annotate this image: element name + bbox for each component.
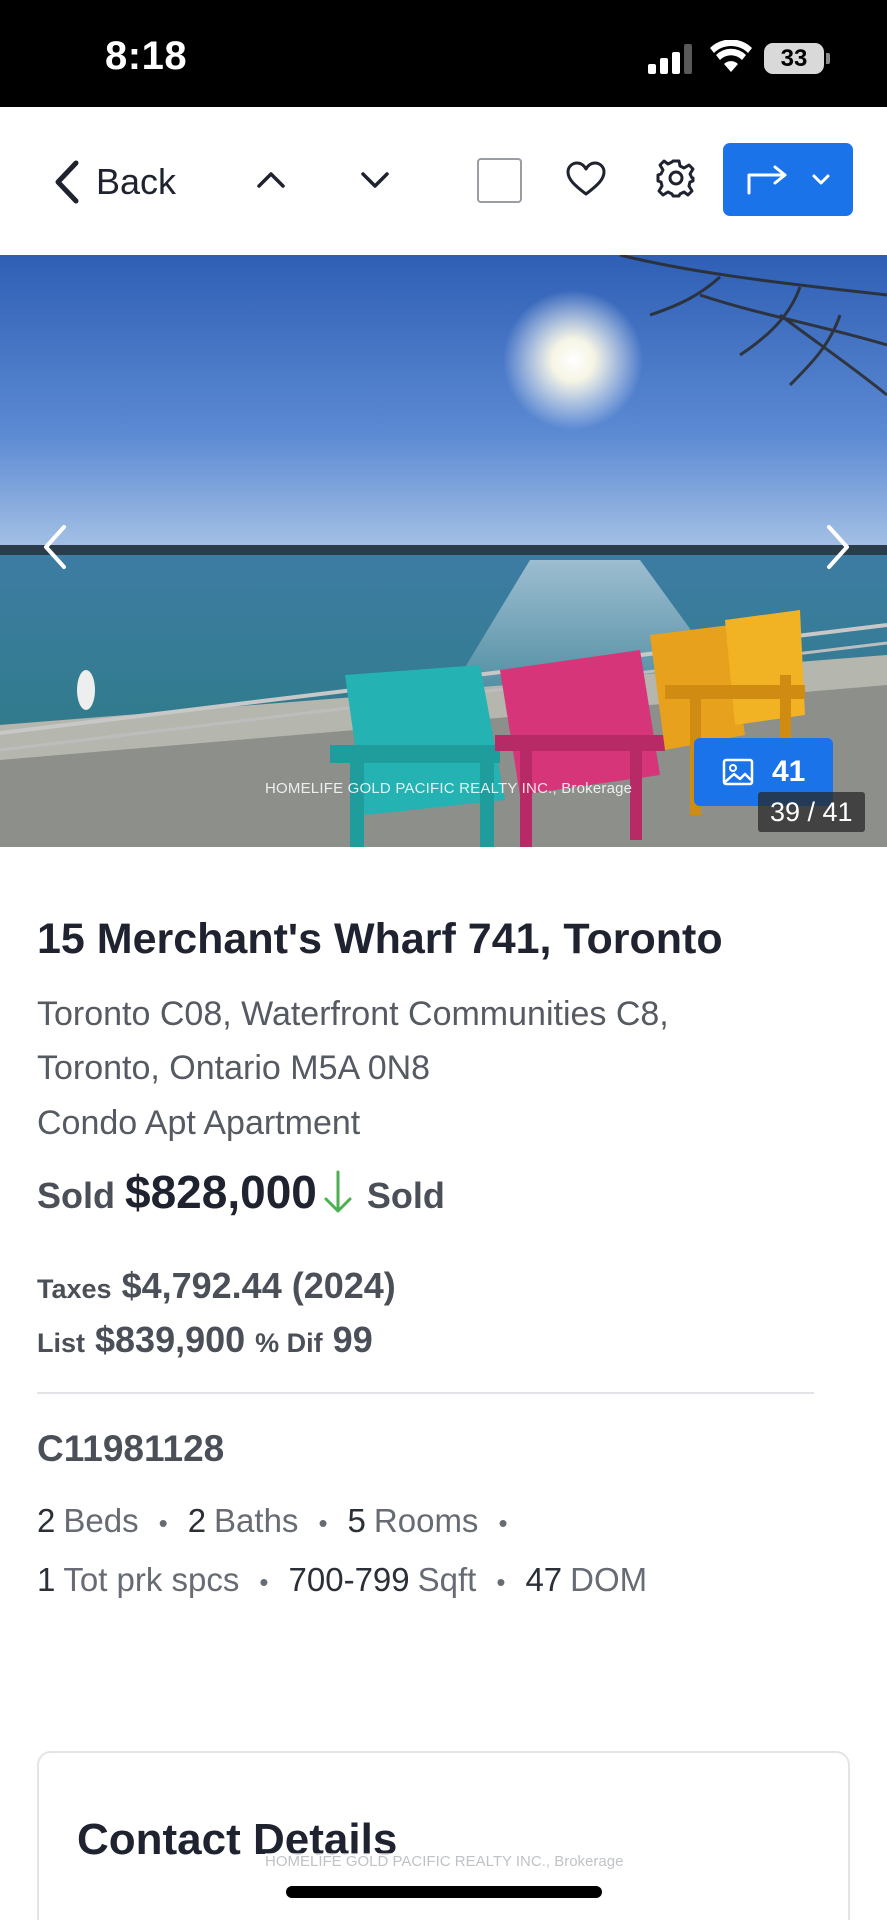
photo-watermark: HOMELIFE GOLD PACIFIC REALTY INC., Broke…	[265, 780, 633, 797]
baths-unit: Baths	[214, 1502, 299, 1539]
rooms-unit: Rooms	[373, 1502, 479, 1539]
dom-count: 47	[525, 1561, 563, 1598]
photo-count: 41	[772, 755, 806, 788]
dom-unit: DOM	[570, 1561, 648, 1598]
address-line-2: Toronto, Ontario M5A 0N8	[37, 1049, 431, 1087]
parking-count: 1	[37, 1561, 56, 1598]
sqft-range: 700-799	[288, 1561, 410, 1598]
dif-label: % Dif	[255, 1328, 323, 1358]
dropdown-icon	[812, 174, 830, 184]
chevron-up-icon	[257, 172, 285, 188]
separator-dot: •	[259, 1567, 269, 1597]
sold-label: Sold	[37, 1175, 115, 1216]
heart-icon	[566, 161, 606, 196]
home-indicator[interactable]	[286, 1886, 602, 1898]
property-type: Condo Apt Apartment	[37, 1104, 361, 1142]
chevron-down-icon	[361, 172, 389, 188]
address-line-1: Toronto C08, Waterfront Communities C8,	[37, 995, 669, 1033]
next-photo-button[interactable]	[817, 517, 857, 577]
mls-number: C11981128	[37, 1428, 225, 1469]
facts-row-1: 2 Beds • 2 Baths • 5 Rooms •	[37, 1502, 528, 1540]
image-icon	[722, 758, 754, 786]
sqft-unit: Sqft	[417, 1561, 477, 1598]
separator-dot: •	[496, 1567, 506, 1597]
beds-unit: Beds	[63, 1502, 139, 1539]
chevron-left-icon	[55, 160, 79, 204]
list-label: List	[37, 1328, 86, 1358]
gear-icon	[656, 159, 695, 198]
list-price-row: List $839,900 % Dif 99	[37, 1319, 373, 1361]
separator-dot: •	[498, 1508, 508, 1538]
listing-status: Sold	[366, 1175, 445, 1216]
previous-listing-button[interactable]	[254, 163, 288, 197]
toolbar: Back	[0, 107, 887, 255]
battery-tip	[826, 53, 830, 64]
status-time: 8:18	[105, 34, 188, 78]
previous-photo-button[interactable]	[36, 517, 76, 577]
parking-unit: Tot prk spcs	[63, 1561, 240, 1598]
photo-index-label: 39 / 41	[758, 792, 865, 832]
share-button[interactable]	[723, 143, 853, 216]
facts-row-2: 1 Tot prk spcs • 700-799 Sqft • 47 DOM	[37, 1561, 647, 1599]
sold-price: $828,000	[125, 1166, 317, 1218]
back-button[interactable]: Back	[52, 157, 176, 207]
divider	[37, 1392, 814, 1394]
battery-level: 33	[764, 43, 824, 74]
settings-button[interactable]	[655, 157, 697, 199]
taxes-label: Taxes	[37, 1274, 112, 1304]
listing-photo[interactable]: HOMELIFE GOLD PACIFIC REALTY INC., Broke…	[0, 255, 887, 847]
back-label: Back	[96, 161, 177, 202]
list-price: $839,900	[95, 1319, 246, 1360]
next-listing-button[interactable]	[358, 163, 392, 197]
listing-title: 15 Merchant's Wharf 741, Toronto	[37, 915, 723, 963]
favorite-button[interactable]	[565, 159, 607, 199]
rooms-count: 5	[347, 1502, 366, 1539]
sold-price-row: Sold $828,000 Sold	[37, 1165, 445, 1219]
beds-count: 2	[37, 1502, 56, 1539]
arrow-down-icon	[324, 1170, 352, 1213]
separator-dot: •	[318, 1508, 328, 1538]
select-checkbox[interactable]	[477, 158, 522, 203]
separator-dot: •	[158, 1508, 168, 1538]
cellular-signal-icon	[648, 44, 692, 74]
status-bar: 8:18 33	[0, 0, 887, 107]
share-icon	[747, 165, 787, 194]
baths-count: 2	[187, 1502, 207, 1539]
footer-watermark: HOMELIFE GOLD PACIFIC REALTY INC., Broke…	[265, 1853, 624, 1870]
taxes-row: Taxes $4,792.44 (2024)	[37, 1265, 396, 1307]
dif-value: 99	[332, 1319, 373, 1360]
wifi-icon	[710, 40, 752, 72]
taxes-value: $4,792.44 (2024)	[121, 1265, 396, 1306]
